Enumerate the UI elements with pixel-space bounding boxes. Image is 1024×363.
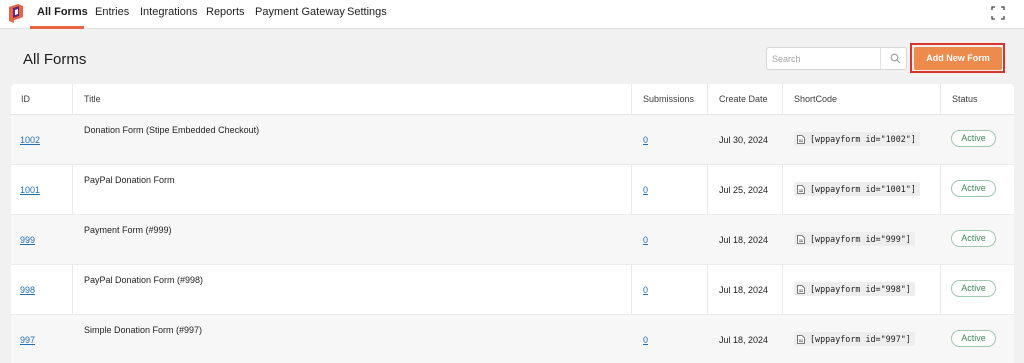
header-status[interactable]: Status [952,94,978,104]
create-date: Jul 18, 2024 [719,285,769,295]
nav-all-forms[interactable]: All Forms [37,6,88,18]
submissions-link[interactable]: 0 [643,185,648,195]
header-create-date[interactable]: Create Date [719,94,768,104]
table-row[interactable]: 999 Payment Form (#999) 0 Jul 18, 2024 [… [11,215,1014,265]
add-new-form-button[interactable]: Add New Form [914,47,1002,70]
search-icon[interactable] [890,53,901,64]
form-title: Donation Form (Stipe Embedded Checkout) [84,125,260,135]
active-tab-indicator [30,26,84,29]
header-shortcode[interactable]: ShortCode [794,94,837,104]
shortcode-text: [wppayform id="998"] [810,284,911,294]
create-date: Jul 18, 2024 [719,335,769,345]
status-badge: Active [951,130,996,147]
form-id-link[interactable]: 998 [20,285,35,295]
form-id-link[interactable]: 1001 [20,185,40,195]
table-row[interactable]: 997 Simple Donation Form (#997) 0 Jul 18… [11,315,1014,363]
header-id[interactable]: ID [21,94,30,104]
create-date: Jul 18, 2024 [719,235,769,245]
search-divider [880,48,881,69]
create-date: Jul 25, 2024 [719,185,769,195]
shortcode-text: [wppayform id="999"] [810,234,911,244]
header-submissions[interactable]: Submissions [643,94,694,104]
document-icon [797,184,805,194]
submissions-link[interactable]: 0 [643,335,648,345]
nav-reports[interactable]: Reports [206,6,245,18]
create-date: Jul 30, 2024 [719,135,769,145]
header-title[interactable]: Title [84,94,101,104]
shortcode-chip[interactable]: [wppayform id="998"] [794,282,915,296]
status-badge: Active [951,280,996,297]
status-badge: Active [951,180,996,197]
form-id-link[interactable]: 997 [20,335,35,345]
document-icon [797,284,805,294]
document-icon [797,334,805,344]
shortcode-chip[interactable]: [wppayform id="1002"] [794,132,920,146]
form-title: PayPal Donation Form (#998) [84,275,204,285]
form-title: PayPal Donation Form [84,175,175,185]
status-badge: Active [951,330,996,347]
submissions-link[interactable]: 0 [643,235,648,245]
document-icon [797,234,805,244]
app-logo[interactable] [9,4,23,23]
status-badge: Active [951,230,996,247]
search-box [766,47,907,70]
nav-integrations[interactable]: Integrations [140,6,197,18]
form-title: Simple Donation Form (#997) [84,325,203,335]
fullscreen-icon[interactable] [991,6,1005,20]
table-row[interactable]: 998 PayPal Donation Form (#998) 0 Jul 18… [11,265,1014,315]
shortcode-chip[interactable]: [wppayform id="999"] [794,232,915,246]
shortcode-text: [wppayform id="1002"] [810,134,916,144]
search-input[interactable] [767,48,877,69]
nav-entries[interactable]: Entries [95,6,129,18]
form-title: Payment Form (#999) [84,225,172,235]
document-icon [797,134,805,144]
submissions-link[interactable]: 0 [643,135,648,145]
submissions-link[interactable]: 0 [643,285,648,295]
form-id-link[interactable]: 999 [20,235,35,245]
forms-table: ID Title Submissions Create Date ShortCo… [11,84,1014,363]
shortcode-chip[interactable]: [wppayform id="997"] [794,332,915,346]
page-title: All Forms [23,51,87,68]
nav-payment-gateway[interactable]: Payment Gateway [255,6,345,18]
top-nav-bar: All Forms Entries Integrations Reports P… [0,0,1024,29]
form-id-link[interactable]: 1002 [20,135,40,145]
shortcode-text: [wppayform id="997"] [810,334,911,344]
table-row[interactable]: 1001 PayPal Donation Form 0 Jul 25, 2024… [11,165,1014,215]
table-row[interactable]: 1002 Donation Form (Stipe Embedded Check… [11,115,1014,165]
table-header: ID Title Submissions Create Date ShortCo… [11,84,1014,115]
nav-settings[interactable]: Settings [347,6,387,18]
shortcode-text: [wppayform id="1001"] [810,184,916,194]
shortcode-chip[interactable]: [wppayform id="1001"] [794,182,920,196]
